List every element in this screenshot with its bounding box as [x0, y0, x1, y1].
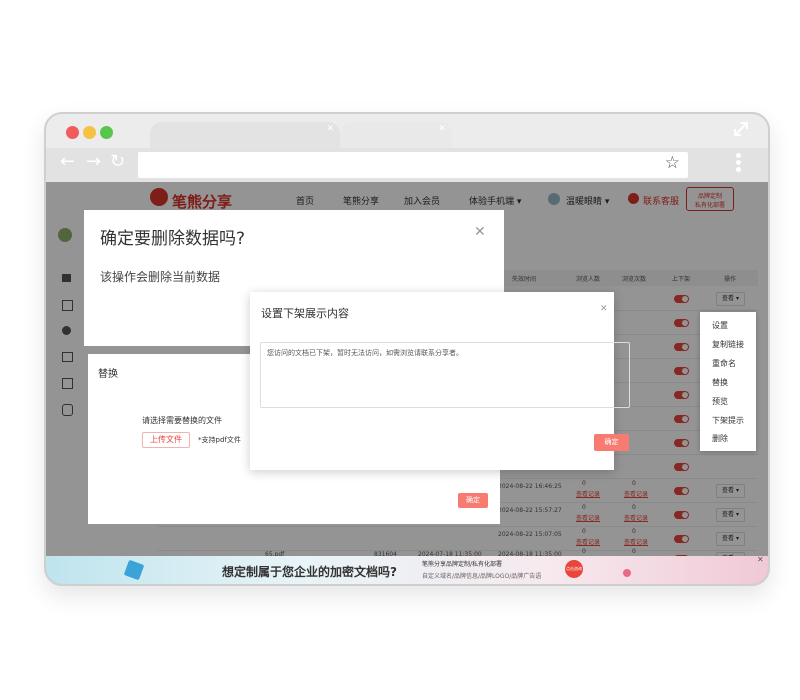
menu-item-offline-notice[interactable]: 下架提示 [712, 415, 744, 426]
banner-close-icon[interactable]: ✕ [757, 555, 764, 564]
delete-dialog-title: 确定要删除数据吗? [100, 229, 246, 249]
browser-tab-active[interactable]: ✕ [150, 122, 340, 148]
close-window-button[interactable] [66, 126, 79, 139]
banner-headline: 想定制属于您企业的加密文档吗? [222, 565, 397, 579]
minimize-window-button[interactable] [83, 126, 96, 139]
consult-badge[interactable]: 点击咨询 [565, 560, 583, 578]
action-context-menu: 设置 复制链接 重命名 替换 预览 下架提示 删除 [700, 312, 756, 451]
forward-arrow-icon[interactable]: → [86, 151, 101, 172]
menu-item-settings[interactable]: 设置 [712, 320, 728, 331]
close-icon[interactable]: ✕ [600, 304, 608, 314]
menu-item-copy-link[interactable]: 复制链接 [712, 339, 744, 350]
offline-confirm-button[interactable]: 确定 [594, 434, 629, 451]
fullscreen-icon[interactable] [732, 120, 750, 138]
upload-file-button[interactable]: 上传文件 [142, 432, 190, 448]
browser-toolbar: ← → ↻ ☆ [46, 148, 768, 182]
upload-hint: *支持pdf文件 [198, 436, 241, 444]
tab-close-icon[interactable]: ✕ [438, 124, 446, 134]
back-arrow-icon[interactable]: ← [60, 151, 75, 172]
document-illustration-icon [123, 559, 145, 581]
replace-confirm-button[interactable]: 确定 [458, 493, 488, 508]
reload-icon[interactable]: ↻ [110, 151, 125, 172]
replace-dialog-title: 替换 [98, 369, 118, 380]
menu-item-replace[interactable]: 替换 [712, 377, 728, 388]
address-bar[interactable]: ☆ [138, 152, 688, 178]
close-icon[interactable]: ✕ [474, 224, 486, 240]
offline-textarea[interactable]: 您访问的文档已下架，暂时无法访问，如需浏览请联系分享者。 [260, 342, 630, 408]
browser-menu-icon[interactable] [736, 151, 742, 174]
menu-item-delete[interactable]: 删除 [712, 433, 728, 444]
offline-dialog-title: 设置下架展示内容 [261, 307, 349, 320]
menu-item-rename[interactable]: 重命名 [712, 358, 736, 369]
delete-dialog-message: 该操作会删除当前数据 [100, 270, 221, 284]
browser-tab[interactable]: ✕ [340, 122, 452, 148]
bookmark-star-icon[interactable]: ☆ [665, 153, 680, 173]
browser-window: ✕ ✕ ← → ↻ ☆ 笔熊分享 首页 笔熊分享 加入会员 体验手机端 ▾ 温暖… [44, 112, 770, 586]
page-viewport: 笔熊分享 首页 笔熊分享 加入会员 体验手机端 ▾ 温暖眼睛 ▾ 联系客服 品牌… [46, 182, 768, 584]
offline-content-dialog: 设置下架展示内容 ✕ 您访问的文档已下架，暂时无法访问，如需浏览请联系分享者。 … [250, 292, 630, 470]
tab-close-icon[interactable]: ✕ [326, 124, 334, 134]
decor-ball-icon [623, 569, 631, 577]
banner-line2: 自定义域名/品牌信息/品牌LOGO/品牌广告语 [422, 573, 542, 580]
offline-textarea-text: 您访问的文档已下架，暂时无法访问，如需浏览请联系分享者。 [267, 349, 463, 357]
maximize-window-button[interactable] [100, 126, 113, 139]
banner-line1: 笔熊分享品牌定制/私有化部署 [422, 561, 503, 568]
promo-banner[interactable]: 想定制属于您企业的加密文档吗? 笔熊分享品牌定制/私有化部署 自定义域名/品牌信… [46, 555, 768, 584]
replace-prompt: 请选择需要替换的文件 [142, 416, 222, 425]
menu-item-preview[interactable]: 预览 [712, 396, 728, 407]
